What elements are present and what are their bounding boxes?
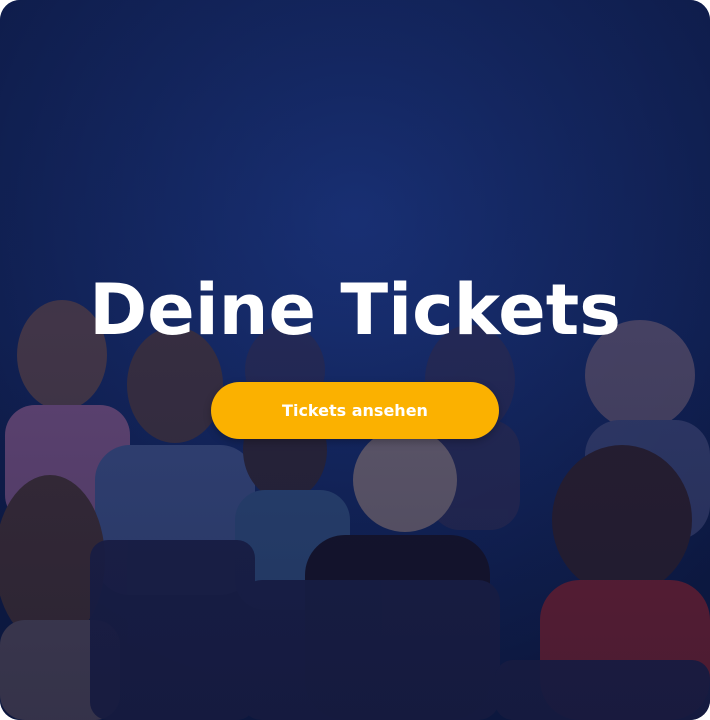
tickets-hero-card: Deine Tickets Tickets ansehen [0,0,710,720]
page-title: Deine Tickets [89,269,621,351]
view-tickets-button[interactable]: Tickets ansehen [211,382,499,439]
image-overlay [0,0,710,720]
